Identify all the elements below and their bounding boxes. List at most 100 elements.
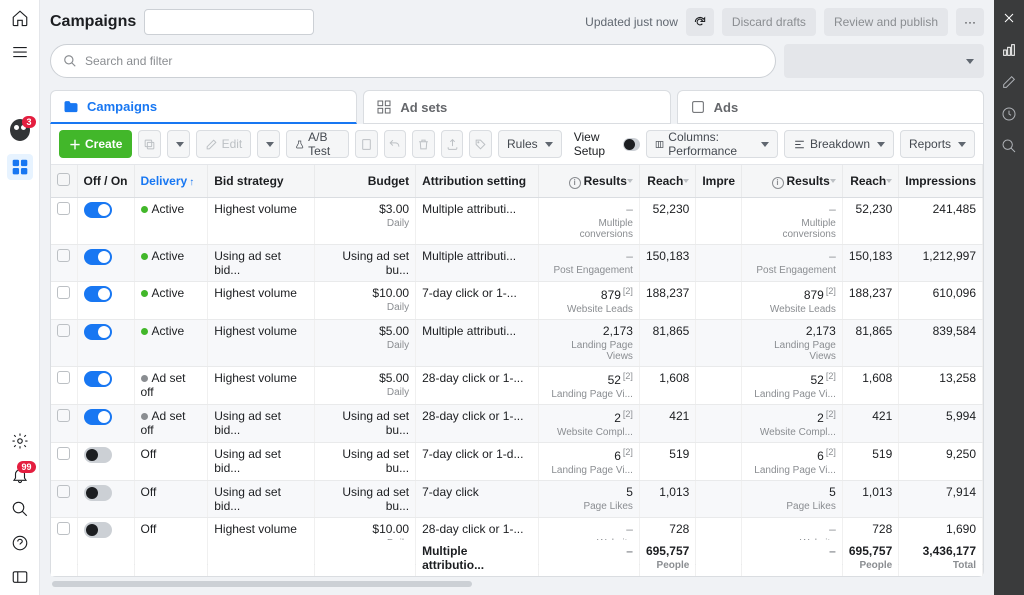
- status-toggle[interactable]: [84, 409, 112, 425]
- row-checkbox[interactable]: [57, 249, 70, 262]
- status-toggle[interactable]: [84, 202, 112, 218]
- table-row[interactable]: ActiveHighest volume$3.00DailyMultiple a…: [51, 198, 983, 245]
- reach2-cell: 52,230: [842, 198, 898, 245]
- col-impr[interactable]: Impre: [696, 165, 742, 198]
- zoom-icon[interactable]: [1001, 138, 1017, 154]
- status-toggle[interactable]: [84, 286, 112, 302]
- row-checkbox[interactable]: [57, 485, 70, 498]
- col-offon[interactable]: Off / On: [77, 165, 134, 198]
- row-checkbox[interactable]: [57, 324, 70, 337]
- status-toggle[interactable]: [84, 371, 112, 387]
- main-panel: Campaigns Updated just now Discard draft…: [40, 0, 994, 595]
- row-checkbox[interactable]: [57, 409, 70, 422]
- notif-badge: 99: [17, 461, 35, 473]
- impr-trunc-cell: [696, 320, 742, 367]
- edit-dropdown: [257, 130, 280, 158]
- bid-cell: Highest volume: [208, 320, 314, 367]
- table-row[interactable]: OffUsing ad set bid...Using ad set bu...…: [51, 481, 983, 518]
- status-toggle[interactable]: [84, 447, 112, 463]
- home-icon[interactable]: [10, 8, 30, 28]
- col-reach2[interactable]: Reach: [842, 165, 898, 198]
- status-toggle[interactable]: [84, 485, 112, 501]
- col-reach[interactable]: Reach: [639, 165, 695, 198]
- menu-icon[interactable]: [10, 42, 30, 62]
- header: Campaigns Updated just now Discard draft…: [40, 0, 994, 44]
- columns-button[interactable]: Columns: Performance: [646, 130, 778, 158]
- notifications-icon[interactable]: 99: [10, 465, 30, 485]
- view-setup-toggle[interactable]: View Setup: [574, 130, 641, 158]
- search-placeholder: Search and filter: [85, 54, 172, 68]
- results2-cell: 879[2]Website Leads: [742, 282, 843, 320]
- create-button[interactable]: ＋ Create: [59, 130, 132, 158]
- row-checkbox[interactable]: [57, 286, 70, 299]
- bid-cell: Highest volume: [208, 367, 314, 405]
- table-row[interactable]: OffUsing ad set bid...Using ad set bu...…: [51, 443, 983, 481]
- delivery-cell: Active: [134, 245, 208, 282]
- results2-cell: 52[2]Landing Page Vi...: [742, 367, 843, 405]
- close-icon[interactable]: [1001, 10, 1017, 26]
- chevron-down-icon: [966, 59, 974, 64]
- row-checkbox[interactable]: [57, 202, 70, 215]
- account-face-icon[interactable]: 3: [10, 120, 30, 140]
- col-bid[interactable]: Bid strategy: [208, 165, 314, 198]
- horizontal-scrollbar[interactable]: [50, 579, 984, 589]
- collapse-icon[interactable]: [10, 567, 30, 587]
- col-results[interactable]: iResults: [539, 165, 640, 198]
- sync-status: Updated just now: [585, 15, 678, 29]
- reports-button[interactable]: Reports: [900, 130, 975, 158]
- campaign-name-input[interactable]: [144, 9, 314, 35]
- reach-cell: 1,013: [639, 481, 695, 518]
- col-impressions[interactable]: Impressions: [899, 165, 983, 198]
- table-row[interactable]: Ad set offHighest volume$5.00Daily28-day…: [51, 367, 983, 405]
- campaigns-table: Off / On Delivery↑ Bid strategy Budget A…: [51, 165, 983, 576]
- table-row[interactable]: Ad set offUsing ad set bid...Using ad se…: [51, 405, 983, 443]
- search-nav-icon[interactable]: [10, 499, 30, 519]
- row-checkbox[interactable]: [57, 371, 70, 384]
- refresh-button[interactable]: [686, 8, 714, 36]
- col-attribution[interactable]: Attribution setting: [416, 165, 539, 198]
- row-checkbox[interactable]: [57, 522, 70, 535]
- breakdown-button[interactable]: Breakdown: [784, 130, 894, 158]
- more-button[interactable]: ···: [956, 8, 984, 36]
- tab-adsets[interactable]: Ad sets: [363, 90, 670, 124]
- edit-icon[interactable]: [1001, 74, 1017, 90]
- tab-campaigns[interactable]: Campaigns: [50, 90, 357, 124]
- col-delivery[interactable]: Delivery↑: [134, 165, 208, 198]
- settings-icon[interactable]: [10, 431, 30, 451]
- impr-trunc-cell: [696, 443, 742, 481]
- attr-cell: Multiple attributi...: [416, 245, 539, 282]
- budget-cell: Using ad set bu...: [314, 405, 415, 443]
- reach2-cell: 81,865: [842, 320, 898, 367]
- history-icon[interactable]: [1001, 106, 1017, 122]
- select-all-checkbox[interactable]: [57, 173, 70, 186]
- charts-icon[interactable]: [1001, 42, 1017, 58]
- results-cell: –Post Engagement: [539, 245, 640, 282]
- bid-cell: Highest volume: [208, 282, 314, 320]
- export-button: [441, 130, 464, 158]
- rules-button[interactable]: Rules: [498, 130, 562, 158]
- table-row[interactable]: ActiveHighest volume$5.00DailyMultiple a…: [51, 320, 983, 367]
- copy-button: [355, 130, 378, 158]
- budget-cell: $3.00Daily: [314, 198, 415, 245]
- search-input[interactable]: Search and filter: [50, 44, 776, 78]
- tab-ads[interactable]: Ads: [677, 90, 984, 124]
- col-budget[interactable]: Budget: [314, 165, 415, 198]
- help-icon[interactable]: [10, 533, 30, 553]
- status-toggle[interactable]: [84, 522, 112, 538]
- reach2-cell: 1,013: [842, 481, 898, 518]
- status-toggle[interactable]: [84, 249, 112, 265]
- footer-attr: Multiple attributio...: [416, 539, 539, 576]
- table-row[interactable]: ActiveUsing ad set bid...Using ad set bu…: [51, 245, 983, 282]
- tag-button: [469, 130, 492, 158]
- table-row[interactable]: ActiveHighest volume$10.00Daily7-day cli…: [51, 282, 983, 320]
- abtest-button[interactable]: A/B Test: [286, 130, 349, 158]
- status-toggle[interactable]: [84, 324, 112, 340]
- delivery-cell: Off: [134, 443, 208, 481]
- ads-manager-icon[interactable]: [7, 154, 33, 180]
- impressions-cell: 9,250: [899, 443, 983, 481]
- row-checkbox[interactable]: [57, 447, 70, 460]
- reach-cell: 81,865: [639, 320, 695, 367]
- col-results2[interactable]: iResults: [742, 165, 843, 198]
- budget-cell: Using ad set bu...: [314, 481, 415, 518]
- account-selector[interactable]: [784, 44, 984, 78]
